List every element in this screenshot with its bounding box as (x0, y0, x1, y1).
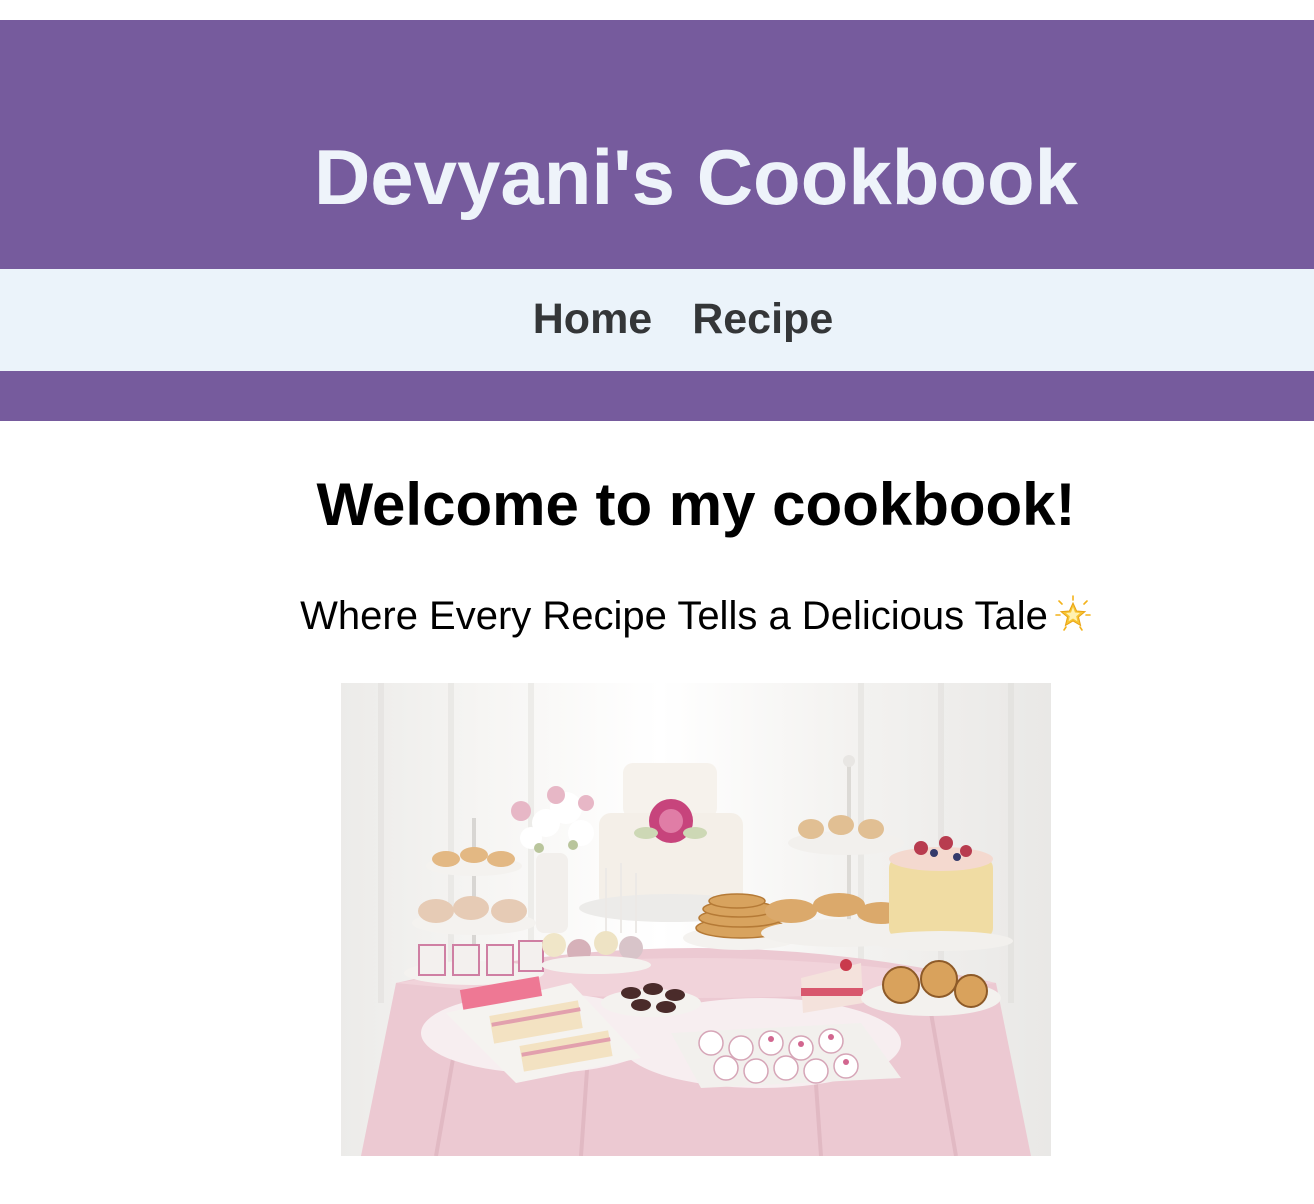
tagline-text: Where Every Recipe Tells a Delicious Tal… (300, 594, 1048, 638)
nav-links: Home Recipe (533, 295, 833, 344)
site-header: Devyani's Cookbook Home Recipe (0, 20, 1314, 421)
nav-bar: Home Recipe (0, 269, 1314, 371)
dessert-table-image (341, 683, 1051, 1156)
tagline: Where Every Recipe Tells a Delicious Tal… (0, 590, 1314, 646)
glowing-star-icon (1054, 594, 1092, 646)
welcome-heading: Welcome to my cookbook! (316, 471, 1076, 538)
nav-link-recipe[interactable]: Recipe (692, 295, 833, 344)
nav-link-home[interactable]: Home (533, 295, 652, 344)
site-title: Devyani's Cookbook (313, 133, 1079, 221)
page: Devyani's Cookbook Home Recipe Welcome t… (0, 0, 1314, 1204)
